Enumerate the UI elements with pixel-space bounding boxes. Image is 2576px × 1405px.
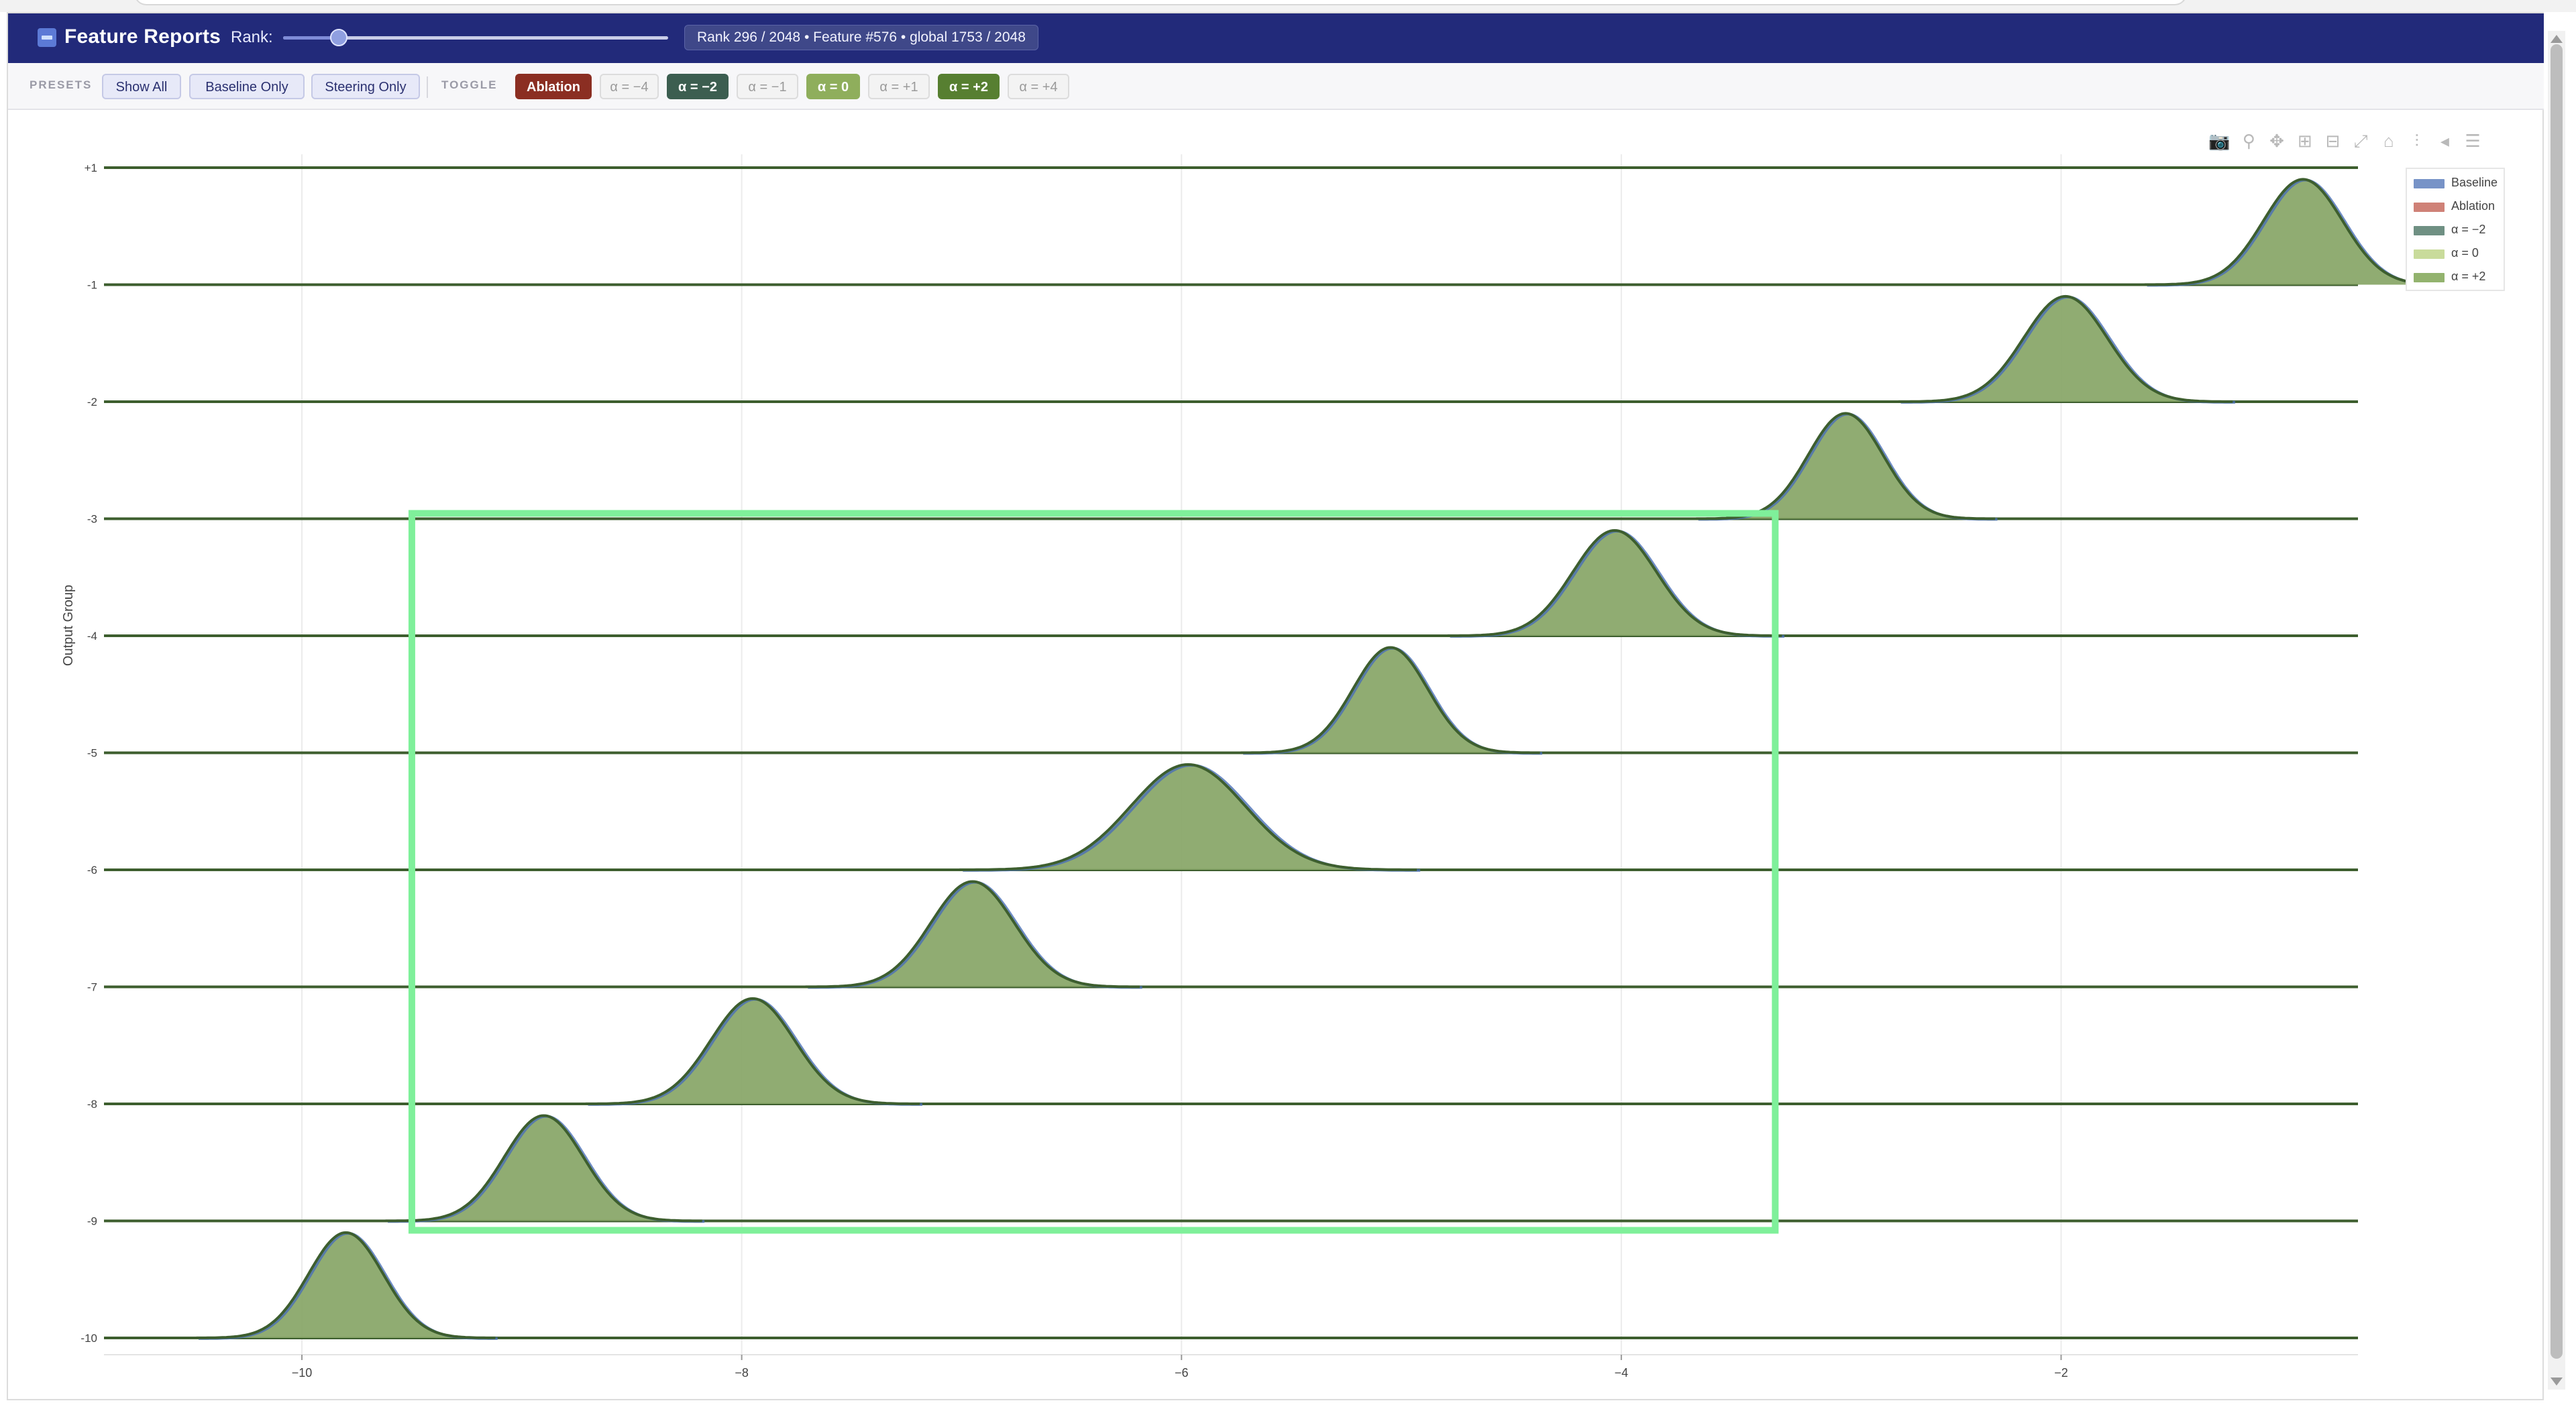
density-fill	[959, 765, 1417, 870]
rank-label: Rank:	[231, 28, 273, 46]
app-window: Feature Reports Rank: Rank 296 / 2048 • …	[7, 12, 2544, 1405]
spike-lines-icon[interactable]: ⫶	[2408, 130, 2426, 152]
x-tick-label: −10	[292, 1366, 313, 1380]
legend-swatch	[2414, 273, 2445, 282]
y-tick-label: -7	[87, 981, 97, 994]
y-tick-label: -4	[87, 630, 97, 642]
legend-label: α = 0	[2451, 246, 2479, 260]
browser-strip	[0, 0, 2576, 12]
preset-steering-only-button[interactable]: Steering Only	[311, 74, 420, 99]
toggle-button-4[interactable]: α = 0	[806, 74, 860, 99]
app-logo-icon	[38, 28, 56, 47]
x-tick-label: −2	[2054, 1366, 2068, 1380]
density-fill	[1447, 530, 1782, 636]
legend-item[interactable]: Baseline	[2407, 173, 2506, 196]
toggle-button-7[interactable]: α = +4	[1008, 74, 1069, 99]
scrollbar-thumb[interactable]	[2551, 44, 2563, 1359]
legend-swatch	[2414, 226, 2445, 235]
x-axis-title: Model Prediction (Output Value)	[1136, 1397, 1326, 1398]
legend-item[interactable]: α = −2	[2407, 220, 2506, 243]
toggle-button-5[interactable]: α = +1	[868, 74, 930, 99]
legend-swatch	[2414, 249, 2445, 259]
legend-item[interactable]: Ablation	[2407, 196, 2506, 219]
rank-slider-thumb[interactable]	[329, 29, 347, 46]
legend-label: Baseline	[2451, 176, 2498, 189]
density-fill	[1898, 296, 2233, 402]
legend-item[interactable]: α = +2	[2407, 267, 2506, 290]
chart-svg: +1 -1 -2 -3 -4 -5 -6 -7 -8 -9 -10 −10 −8 −6 −4 −2 Model …	[61, 154, 2464, 1405]
toggle-button-2[interactable]: α = −2	[667, 74, 729, 99]
density-fill	[1696, 413, 1996, 519]
zoom-icon[interactable]: ⚲	[2239, 130, 2258, 152]
ridgeline-chart: +1 -1 -2 -3 -4 -5 -6 -7 -8 -9 -10 −10 −8 −6 −4 −2 Model …	[34, 141, 2502, 1405]
zoom-out-icon[interactable]: ⊟	[2324, 130, 2343, 152]
density-fill	[385, 1115, 702, 1221]
legend-swatch	[2414, 203, 2445, 212]
presets-label: PRESETS	[30, 78, 93, 91]
y-tick-label: -10	[80, 1332, 97, 1345]
density-fill	[196, 1233, 496, 1338]
toggle-button-3[interactable]: α = −1	[737, 74, 798, 99]
hover-closest-icon[interactable]: ◂	[2436, 130, 2455, 152]
scroll-up-arrow-icon[interactable]	[2551, 35, 2563, 43]
y-tick-label: -9	[87, 1215, 97, 1228]
y-tick-label: -8	[87, 1098, 97, 1111]
legend-item[interactable]: α = 0	[2407, 243, 2506, 266]
toolbar: PRESETS Show All Baseline Only Steering …	[8, 63, 2544, 110]
page-scrollbar[interactable]	[2548, 31, 2565, 1390]
toggle-button-1[interactable]: α = −4	[600, 74, 659, 99]
hover-compare-icon[interactable]: ☰	[2463, 130, 2482, 152]
y-axis-title: Output Group	[61, 585, 76, 666]
autoscale-icon[interactable]: ⤢	[2351, 130, 2370, 152]
toolbar-divider	[427, 76, 428, 98]
y-tick-label: -5	[87, 747, 97, 760]
scroll-down-arrow-icon[interactable]	[2551, 1378, 2563, 1386]
density-fill	[585, 999, 920, 1104]
app-header: Feature Reports Rank: Rank 296 / 2048 • …	[8, 13, 2544, 63]
camera-icon[interactable]: 📷	[2208, 130, 2230, 152]
zoom-in-icon[interactable]: ⊞	[2296, 130, 2314, 152]
y-tick-label: +1	[85, 162, 97, 174]
legend-label: α = −2	[2451, 223, 2486, 236]
reset-axes-icon[interactable]: ⌂	[2379, 130, 2398, 152]
legend-label: α = +2	[2451, 270, 2486, 283]
x-tick-label: −6	[1175, 1366, 1189, 1380]
preset-show-all-button[interactable]: Show All	[102, 74, 181, 99]
y-tick-label: -2	[87, 396, 97, 408]
feature-info-pill: Rank 296 / 2048 • Feature #576 • global …	[684, 25, 1038, 50]
toggle-button-0[interactable]: Ablation	[515, 74, 592, 99]
preset-baseline-only-button[interactable]: Baseline Only	[189, 74, 305, 99]
y-tick-label: -1	[87, 279, 97, 292]
page-title: Feature Reports	[64, 25, 221, 48]
density-fill	[1240, 647, 1540, 753]
legend-swatch	[2414, 179, 2445, 188]
pan-icon[interactable]: ✥	[2267, 130, 2286, 152]
chart-modebar: 📷 ⚲ ✥ ⊞ ⊟ ⤢ ⌂ ⫶ ◂ ☰	[2208, 130, 2482, 152]
y-tick-label: -6	[87, 864, 97, 877]
chart-legend: Baseline Ablation α = −2 α = 0 α = +2	[2406, 168, 2505, 291]
x-tick-label: −8	[735, 1366, 749, 1380]
address-bar[interactable]	[134, 0, 2187, 5]
legend-label: Ablation	[2451, 199, 2496, 213]
toggle-button-6[interactable]: α = +2	[938, 74, 1000, 99]
x-tick-label: −4	[1615, 1366, 1629, 1380]
y-tick-label: -3	[87, 513, 97, 526]
toggle-label: TOGGLE	[441, 78, 498, 91]
density-fill	[805, 881, 1140, 987]
